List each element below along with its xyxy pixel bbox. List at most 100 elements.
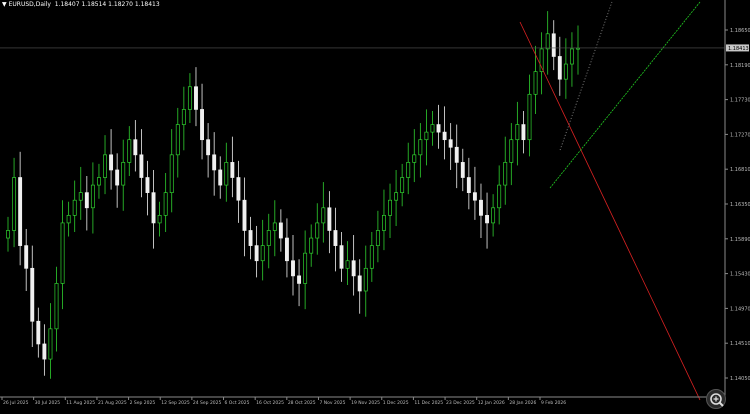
candle-body xyxy=(30,267,35,322)
x-tick-label: 9 Feb 2026 xyxy=(541,400,566,406)
candle-body xyxy=(284,237,289,262)
candle-body xyxy=(569,48,574,65)
price-chart[interactable]: 1.18650 1.18190 1.17730 1.17270 1.16810 1.163… xyxy=(0,0,750,407)
candle-body xyxy=(163,192,168,216)
candle-body xyxy=(206,139,211,156)
candle-body xyxy=(412,154,417,163)
x-tick-label: 6 Oct 2025 xyxy=(225,400,250,406)
candle-body xyxy=(18,177,23,246)
candle-body xyxy=(503,162,508,186)
candle-body xyxy=(200,109,204,141)
candle-body xyxy=(448,139,453,148)
candle-body xyxy=(321,207,326,224)
candle-body xyxy=(406,162,411,178)
candle-body xyxy=(127,139,132,163)
candle-body xyxy=(97,177,101,186)
y-tick-label: 1.14050 xyxy=(730,376,750,382)
candle-body xyxy=(369,245,374,269)
candle-body xyxy=(375,230,380,246)
candle-body xyxy=(388,199,392,216)
ohlc-label: 1.18407 1.18514 1.18270 1.18413 xyxy=(54,1,160,8)
x-tick-label: 30 Jul 2025 xyxy=(35,400,61,406)
candle-body xyxy=(297,275,302,284)
y-tick-label: 1.17270 xyxy=(730,132,750,138)
x-tick-label: 12 Jan 2026 xyxy=(478,400,505,406)
collapse-icon[interactable]: ▼ xyxy=(2,1,7,8)
candle-body xyxy=(521,124,526,141)
candle-body xyxy=(66,214,71,224)
candle-body xyxy=(212,154,217,171)
candle-body xyxy=(266,230,271,246)
candle-body xyxy=(54,283,59,330)
y-tick-label: 1.16810 xyxy=(730,167,750,173)
x-tick-label: 12 Sep 2025 xyxy=(161,400,190,406)
magnifier-plus-icon xyxy=(710,393,724,407)
y-tick-label: 1.16350 xyxy=(730,202,750,208)
candle-body xyxy=(545,33,550,50)
candle-body xyxy=(72,199,77,216)
candle-body xyxy=(509,139,514,163)
candle-body xyxy=(181,109,186,125)
candle-body xyxy=(454,146,459,163)
candle-body xyxy=(60,222,65,284)
candle-body xyxy=(230,162,235,178)
x-tick-label: 2 Sep 2025 xyxy=(130,400,156,406)
x-tick-label: 24 Sep 2025 xyxy=(193,400,222,406)
x-tick-label: 11 Aug 2025 xyxy=(66,400,95,406)
candle-body xyxy=(327,207,332,231)
zoom-button[interactable] xyxy=(706,389,726,409)
candle-body xyxy=(84,192,89,209)
candle-body xyxy=(466,177,471,194)
x-tick-label: 19 Nov 2025 xyxy=(351,400,380,406)
candle-body xyxy=(109,154,114,171)
candle-body xyxy=(333,230,338,246)
candle-body xyxy=(515,124,520,141)
candle-body xyxy=(242,199,247,231)
y-tick-label: 1.15890 xyxy=(730,237,750,243)
y-tick-label: 1.18190 xyxy=(730,63,750,69)
candle-body xyxy=(254,245,259,262)
candle-body xyxy=(576,47,580,50)
x-tick-label: 23 Dec 2025 xyxy=(446,400,475,406)
candle-body xyxy=(303,252,308,284)
candle-body xyxy=(218,169,223,186)
candle-body xyxy=(36,320,41,345)
candle-body xyxy=(121,162,126,186)
candle-body xyxy=(103,154,107,178)
candle-body xyxy=(78,192,83,201)
candle-body xyxy=(485,214,489,224)
candle-body xyxy=(442,131,447,141)
candle-body xyxy=(187,86,192,110)
candle-body xyxy=(309,237,314,254)
candle-body xyxy=(491,207,496,224)
candle-body xyxy=(169,154,174,194)
candle-body xyxy=(557,56,562,80)
candle-body xyxy=(139,154,144,178)
candle-body xyxy=(418,139,423,156)
y-tick-label: 1.18650 xyxy=(730,28,750,34)
symbol-label: EURUSD,Daily xyxy=(8,1,51,8)
candle-body xyxy=(363,267,368,292)
candle-body xyxy=(357,275,362,292)
candle-body xyxy=(175,124,180,156)
candle-body xyxy=(48,328,53,360)
candle-body xyxy=(551,33,556,57)
x-tick-label: 1 Dec 2025 xyxy=(383,400,409,406)
candle-body xyxy=(430,124,435,133)
candle-body xyxy=(345,260,350,269)
candle-body xyxy=(291,260,295,277)
candle-body xyxy=(133,139,138,156)
candle-body xyxy=(24,245,29,269)
candle-body xyxy=(527,93,532,141)
candle-body xyxy=(563,63,568,80)
candle-body xyxy=(151,192,156,224)
candle-body xyxy=(533,71,538,95)
candle-body xyxy=(400,177,405,194)
candle-body xyxy=(42,343,47,360)
candle-body xyxy=(157,214,162,224)
candle-body xyxy=(248,230,253,246)
x-tick-label: 21 Aug 2025 xyxy=(98,400,127,406)
x-tick-label: 26 Jul 2025 xyxy=(3,400,29,406)
candle-body xyxy=(260,245,265,262)
x-tick-label: 28 Oct 2025 xyxy=(288,400,316,406)
